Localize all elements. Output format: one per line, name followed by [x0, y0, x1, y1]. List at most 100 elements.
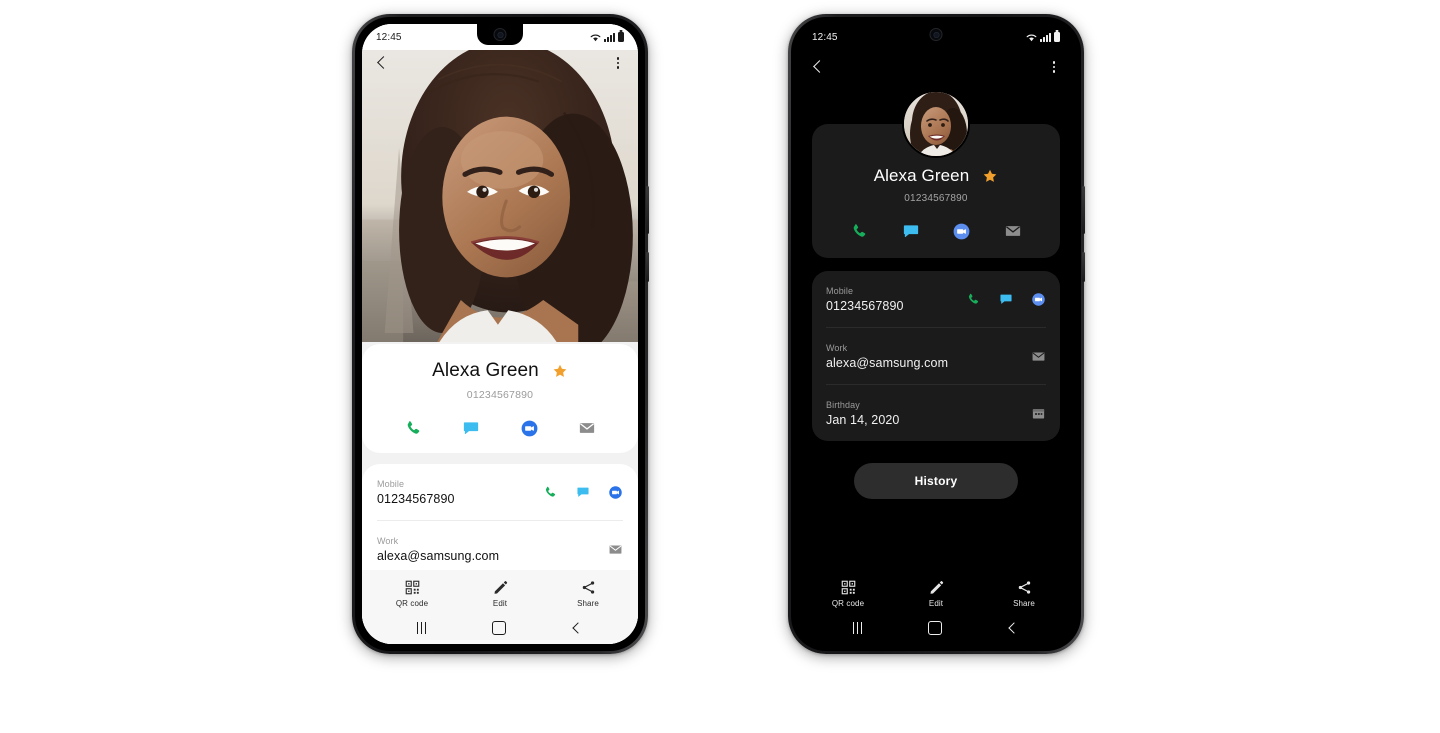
status-icons [590, 32, 624, 42]
phone-light: 12:45 Alexa Green 01234567890 Mobile 012… [352, 14, 649, 654]
detail-label: Work [377, 535, 399, 546]
power-button[interactable] [646, 252, 649, 282]
nav-bar-light [362, 614, 638, 644]
phone-icon [407, 420, 419, 434]
qr-code-button[interactable]: QR code [820, 580, 876, 608]
detail-value: alexa@samsung.com [826, 355, 949, 370]
volume-button[interactable] [1082, 186, 1085, 234]
mail-icon [1005, 226, 1020, 236]
bottom-actions-dark: QR code Edit Share [798, 570, 1074, 614]
avatar-wrapper [812, 90, 1060, 158]
back-chevron-icon[interactable] [375, 56, 389, 70]
detail-icons-work [1031, 349, 1046, 364]
email-action-button[interactable] [1002, 220, 1024, 242]
video-call-icon[interactable] [1031, 292, 1046, 307]
phone-icon [853, 223, 866, 237]
wifi-icon [1026, 34, 1037, 42]
history-button[interactable]: History [854, 463, 1018, 499]
detail-value: Jan 14, 2020 [826, 412, 900, 427]
call-action-button[interactable] [849, 220, 871, 242]
detail-text-work: Work alexa@samsung.com [377, 536, 499, 563]
contact-name: Alexa Green [432, 360, 539, 381]
home-icon[interactable] [491, 621, 506, 635]
edit-button[interactable]: Edit [472, 580, 528, 608]
phone-bezel-dark: 12:45 Alexa Green 01234567890 Mobile 012… [791, 17, 1081, 651]
favorite-star-icon[interactable] [552, 363, 568, 379]
message-icon[interactable] [576, 485, 590, 499]
phone-dark: 12:45 Alexa Green 01234567890 Mobile 012… [788, 14, 1085, 654]
status-icons [1026, 32, 1060, 42]
detail-row-work-email[interactable]: Work alexa@samsung.com [826, 328, 1046, 385]
detail-label: Mobile [826, 285, 854, 296]
share-button[interactable]: Share [560, 580, 616, 608]
history-wrapper: History [812, 463, 1060, 499]
back-icon[interactable] [1007, 622, 1019, 634]
message-icon[interactable] [999, 292, 1013, 306]
pencil-icon [930, 581, 943, 594]
recents-icon[interactable] [416, 622, 427, 634]
contact-name-row: Alexa Green [362, 360, 638, 382]
screen-dark: 12:45 Alexa Green 01234567890 Mobile 012… [798, 24, 1074, 644]
bottom-action-label: Share [577, 599, 599, 608]
mail-icon[interactable] [608, 542, 623, 557]
detail-label: Work [826, 342, 848, 353]
status-clock: 12:45 [812, 31, 838, 43]
quick-actions-light [362, 417, 638, 439]
recents-icon[interactable] [852, 622, 863, 634]
message-icon [463, 422, 479, 435]
contact-details-card-dark: Mobile 01234567890 Work alexa@samsung.co… [812, 271, 1060, 441]
video-call-action-button[interactable] [518, 417, 540, 439]
edit-button[interactable]: Edit [908, 580, 964, 608]
phone-icon[interactable] [966, 292, 981, 307]
calendar-icon[interactable] [1031, 406, 1046, 421]
power-button[interactable] [1082, 252, 1085, 282]
qr-code-icon [841, 580, 855, 595]
detail-text-mobile: Mobile 01234567890 [377, 479, 455, 506]
favorite-star-icon[interactable] [982, 168, 998, 184]
bottom-bar-light: QR code Edit Share [362, 570, 638, 644]
video-call-action-button[interactable] [951, 220, 973, 242]
call-action-button[interactable] [402, 417, 424, 439]
more-options-icon[interactable] [1047, 60, 1061, 74]
back-chevron-icon[interactable] [811, 60, 825, 74]
detail-value: 01234567890 [826, 298, 904, 313]
phone-icon[interactable] [543, 485, 558, 500]
avatar[interactable] [902, 90, 970, 158]
detail-row-birthday[interactable]: Birthday Jan 14, 2020 [826, 385, 1046, 441]
phone-bezel-light: 12:45 Alexa Green 01234567890 Mobile 012… [355, 17, 645, 651]
front-camera-icon [493, 28, 507, 41]
battery-icon [1054, 32, 1060, 42]
detail-text-mobile: Mobile 01234567890 [826, 286, 904, 313]
detail-row-mobile[interactable]: Mobile 01234567890 [826, 271, 1046, 328]
detail-text-work: Work alexa@samsung.com [826, 343, 948, 370]
contact-name: Alexa Green [873, 166, 970, 185]
detail-label: Birthday [826, 399, 860, 410]
qr-code-button[interactable]: QR code [384, 580, 440, 608]
mail-icon[interactable] [1031, 349, 1046, 364]
contact-body-dark: Alexa Green 01234567890 Mobile 012345678… [798, 84, 1074, 644]
message-action-button[interactable] [900, 220, 922, 242]
detail-icons-mobile [966, 292, 1046, 307]
video-call-icon[interactable] [608, 485, 623, 500]
detail-text-birthday: Birthday Jan 14, 2020 [826, 400, 899, 427]
message-icon [903, 225, 918, 238]
message-action-button[interactable] [460, 417, 482, 439]
status-clock: 12:45 [376, 31, 402, 43]
contact-number: 01234567890 [466, 389, 534, 401]
email-action-button[interactable] [576, 417, 598, 439]
detail-row-mobile[interactable]: Mobile 01234567890 [377, 464, 623, 521]
bottom-actions-light: QR code Edit Share [362, 570, 638, 614]
share-icon [1018, 581, 1030, 594]
detail-value: alexa@samsung.com [377, 548, 500, 563]
nav-bar-dark [798, 614, 1074, 644]
bottom-action-label: QR code [831, 599, 865, 608]
share-button[interactable]: Share [996, 580, 1052, 608]
qr-code-icon [405, 580, 419, 595]
bottom-action-label: QR code [395, 599, 429, 608]
back-icon[interactable] [571, 622, 583, 634]
volume-button[interactable] [646, 186, 649, 234]
more-options-icon[interactable] [611, 56, 625, 70]
home-icon[interactable] [927, 621, 942, 635]
video-call-icon [521, 420, 537, 436]
contact-name-row: Alexa Green [812, 166, 1060, 186]
